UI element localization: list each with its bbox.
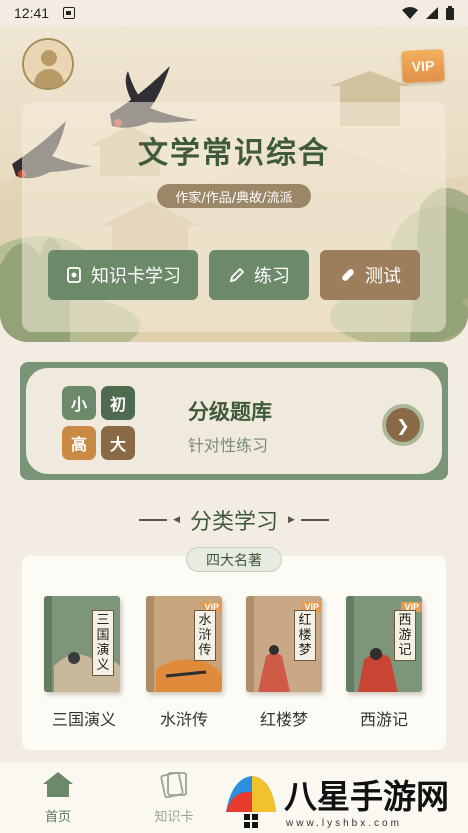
page-title: 文学常识综合 [138, 136, 330, 171]
book-name[interactable]: 红楼梦 [234, 706, 334, 730]
section-title: 分类学习 [189, 510, 278, 535]
book-xiyou[interactable]: VIP 西游记 [346, 596, 422, 692]
graded-bank-subtitle: 针对性练习 [188, 436, 269, 455]
avatar-head [41, 50, 57, 66]
level-tile-junior: 初 [101, 386, 135, 420]
book-sanguo[interactable]: 三国演义 [44, 596, 120, 692]
divider-line-right [300, 519, 329, 521]
triangle-left-icon: ◀ [173, 515, 180, 525]
graded-bank-title: 分级题库 [188, 400, 272, 424]
practice-label: 练习 [254, 266, 290, 287]
hero-subtitle-pill: 作家/作品/典故/流派 [157, 184, 311, 208]
book-title-label: 水浒传 [194, 610, 216, 661]
tab-knowledge-cards[interactable]: 知识卡 [134, 770, 214, 825]
watermark-emblem [226, 776, 276, 828]
notification-icon [63, 7, 76, 19]
svg-text:www.lyshbx.com: www.lyshbx.com [285, 818, 402, 829]
book-title-label: 红楼梦 [294, 610, 316, 661]
card-icon [67, 267, 81, 283]
triangle-right-icon: ▶ [288, 515, 295, 525]
book-name[interactable]: 西游记 [334, 706, 434, 730]
level-tile-university: 大 [101, 426, 135, 460]
section-header: ◀ 分类学习 ▶ [0, 504, 468, 536]
divider-line-left [139, 519, 168, 521]
book-honglou[interactable]: VIP 红楼梦 [246, 596, 322, 692]
book-title-label: 三国演义 [92, 610, 114, 676]
graded-question-bank-card[interactable]: 小 初 高 大 分级题库 针对性练习 ❯ [20, 362, 448, 480]
tab-cards-label: 知识卡 [154, 810, 194, 825]
user-avatar[interactable] [22, 38, 74, 90]
practice-button[interactable]: 练习 [209, 250, 309, 300]
chevron-right-icon[interactable]: ❯ [382, 404, 424, 446]
knowledge-card-button[interactable]: 知识卡学习 [48, 250, 198, 300]
book-name[interactable]: 水浒传 [134, 706, 234, 730]
signal-icon [426, 7, 438, 19]
home-icon [43, 772, 73, 797]
level-tile-primary: 小 [62, 386, 96, 420]
pencil-icon [229, 267, 245, 283]
tab-home[interactable]: 首页 [18, 770, 98, 825]
test-label: 测试 [365, 266, 401, 287]
svg-text:八星手游网: 八星手游网 [284, 777, 449, 816]
watermark-logo: 八星手游网 www.lyshbx.com [226, 776, 449, 829]
graded-question-bank-inner: 小 初 高 大 分级题库 针对性练习 ❯ [26, 368, 442, 474]
wifi-icon [402, 7, 418, 19]
status-icons [402, 6, 454, 20]
book-name[interactable]: 三国演义 [34, 706, 134, 730]
battery-icon [446, 6, 454, 20]
avatar-body [34, 69, 64, 88]
cards-icon [160, 771, 187, 799]
knowledge-card-label: 知识卡学习 [91, 266, 181, 287]
classics-tag: 四大名著 [186, 547, 282, 572]
tab-home-label: 首页 [44, 810, 71, 825]
test-button[interactable]: 测试 [320, 250, 420, 300]
level-tile-senior: 高 [62, 426, 96, 460]
status-bar: 12:41 [0, 0, 468, 26]
status-time: 12:41 [14, 5, 50, 21]
vip-badge[interactable]: VIP [401, 48, 445, 84]
book-title-label: 西游记 [394, 610, 416, 661]
book-shuihu[interactable]: VIP 水浒传 [146, 596, 222, 692]
bandage-icon [342, 269, 354, 281]
